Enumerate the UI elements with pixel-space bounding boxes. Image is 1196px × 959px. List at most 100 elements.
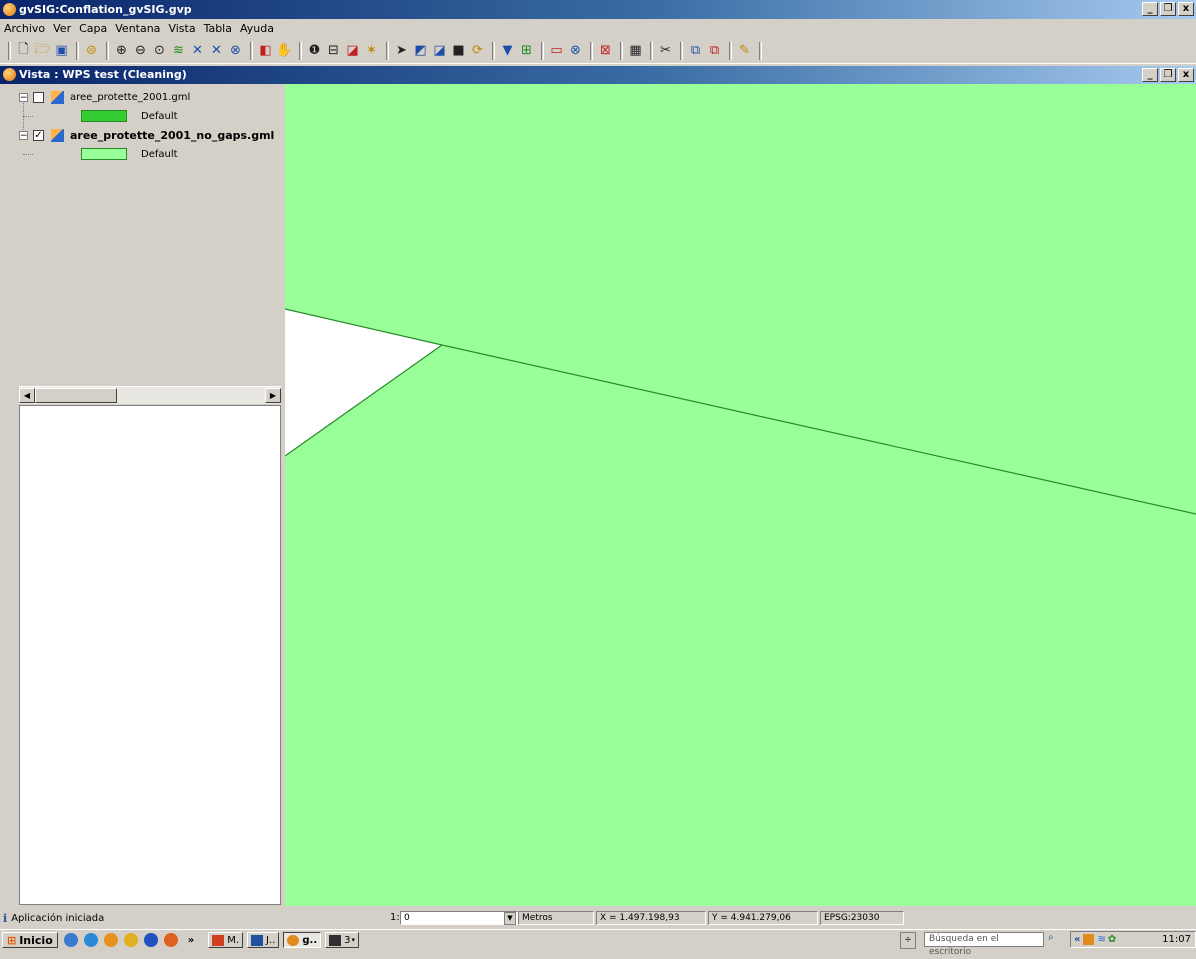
info-icon[interactable]: ❶ [306, 42, 323, 60]
table-icon[interactable]: ⊞ [518, 42, 535, 60]
internet-explorer-icon[interactable] [83, 933, 98, 947]
legend-label: Default [141, 148, 178, 160]
clock[interactable]: 11:07 [1162, 934, 1191, 945]
gvsig-icon [287, 934, 300, 946]
app-title: gvSIG:Conflation_gvSIG.gvp [19, 3, 192, 16]
scroll-right-icon[interactable]: ▶ [265, 388, 281, 403]
map-canvas[interactable] [285, 84, 1196, 906]
close-button[interactable]: x [1178, 2, 1194, 16]
edit-icon[interactable]: ✎ [736, 42, 753, 60]
new-document-icon[interactable]: 🗋 [15, 42, 32, 60]
menu-vista[interactable]: Vista [164, 22, 199, 35]
select-polygon-icon[interactable]: ◪ [431, 42, 448, 60]
maximize-button[interactable]: ❐ [1160, 2, 1176, 16]
app-title-bar: gvSIG:Conflation_gvSIG.gvp _ ❐ x [0, 0, 1196, 19]
add-layer-icon[interactable]: ⊜ [83, 42, 100, 60]
units-field: Metros [518, 911, 594, 925]
zoom-full-icon[interactable]: ≋ [170, 42, 187, 60]
map-icon[interactable]: ▦ [627, 42, 644, 60]
view-close-button[interactable]: x [1178, 68, 1194, 82]
layer-row[interactable]: − aree_protette_2001.gml [19, 89, 190, 105]
geoprocessing-icon[interactable]: ⊠ [597, 42, 614, 60]
zoom-select-icon[interactable]: ✕ [208, 42, 225, 60]
save-icon[interactable]: ▣ [53, 42, 70, 60]
select-rectangle-icon[interactable]: ◩ [412, 42, 429, 60]
firefox-icon[interactable] [163, 933, 178, 947]
menu-ventana[interactable]: Ventana [111, 22, 164, 35]
tray-expand-button[interactable]: « [1074, 934, 1080, 945]
taskbar-group-button[interactable]: 3 ▾ [325, 932, 360, 948]
toolbar-separator [76, 41, 79, 60]
toc-horizontal-scrollbar[interactable]: ◀ ▶ [19, 386, 281, 404]
toolbar-separator [492, 41, 495, 60]
zoom-layer-icon[interactable]: ⊗ [227, 42, 244, 60]
clear-selection-icon[interactable]: ⟳ [469, 42, 486, 60]
locator-icon[interactable]: ◧ [257, 42, 274, 60]
collapse-toggle[interactable]: − [19, 130, 28, 140]
zoom-selection-icon[interactable]: ⊗ [567, 42, 584, 60]
tray-app-icon[interactable] [1083, 934, 1095, 945]
zoom-extents-icon[interactable]: ✕ [189, 42, 206, 60]
tree-connector [23, 116, 33, 117]
desktop-toolbar-handle[interactable]: ÷ [900, 932, 916, 949]
pan-icon[interactable]: ✋ [276, 42, 293, 60]
start-label: Inicio [19, 933, 53, 947]
console-icon [329, 934, 342, 946]
taskbar-button[interactable]: J.. [247, 932, 280, 948]
paste-icon[interactable]: ⧉ [706, 42, 723, 60]
system-tray: « ≋ ✿ 11:07 [1070, 931, 1196, 948]
view-maximize-button[interactable]: ❐ [1160, 68, 1176, 82]
toolbar-separator [106, 41, 109, 60]
main-toolbar: 🗋 🗁 ▣ ⊜ ⊕ ⊖ ⊙ ≋ ✕ ✕ ⊗ ◧ ✋ ❶ ⊟ ◪ ✶ ➤ ◩ ◪ … [0, 38, 1196, 64]
hyperlink-icon[interactable]: ✶ [363, 42, 380, 60]
toolbar-separator [590, 41, 593, 60]
quicklaunch-app-icon[interactable] [103, 933, 118, 947]
measure-distance-icon[interactable]: ⊟ [325, 42, 342, 60]
taskbar-button[interactable]: M. [208, 932, 244, 948]
layer-visibility-checkbox[interactable]: ✓ [33, 129, 44, 141]
menu-capa[interactable]: Capa [75, 22, 111, 35]
layer-name: aree_protette_2001_no_gaps.gml [70, 128, 275, 142]
menu-ayuda[interactable]: Ayuda [236, 22, 278, 35]
search-icon[interactable]: ⌕ [1048, 932, 1054, 943]
open-folder-icon[interactable]: 🗁 [34, 42, 51, 60]
copy-icon[interactable]: ⧉ [687, 42, 704, 60]
filter-icon[interactable]: ▼ [499, 42, 516, 60]
minimize-button[interactable]: _ [1142, 2, 1158, 16]
chevron-down-icon: ▾ [351, 936, 356, 944]
vector-layer-icon [51, 128, 64, 142]
layer-row[interactable]: − ✓ aree_protette_2001_no_gaps.gml [19, 127, 274, 143]
legend-swatch [81, 110, 127, 122]
zoom-out-icon[interactable]: ⊖ [132, 42, 149, 60]
select-pointer-icon[interactable]: ➤ [393, 42, 410, 60]
zoom-previous-icon[interactable]: ⊙ [151, 42, 168, 60]
select-layer-icon[interactable]: ■ [450, 42, 467, 60]
menu-tabla[interactable]: Tabla [200, 22, 236, 35]
scale-input[interactable]: 0 ▼ [400, 911, 518, 925]
dropdown-arrow-icon[interactable]: ▼ [504, 912, 516, 925]
tools-icon[interactable]: ✂ [657, 42, 674, 60]
menu-ver[interactable]: Ver [49, 22, 75, 35]
start-button[interactable]: ⊞ Inicio [2, 932, 58, 948]
taskbar-button-active[interactable]: g.. [283, 932, 322, 948]
menu-archivo[interactable]: Archivo [0, 22, 49, 35]
network-icon[interactable]: ≋ [1097, 934, 1105, 945]
tray-status-icon[interactable]: ✿ [1108, 934, 1116, 945]
quicklaunch-overflow[interactable]: » [188, 935, 194, 946]
locator-map[interactable] [19, 405, 281, 905]
scroll-thumb[interactable] [35, 388, 117, 403]
scroll-left-icon[interactable]: ◀ [19, 388, 35, 403]
thunderbird-icon[interactable] [143, 933, 158, 947]
measure-area-icon[interactable]: ◪ [344, 42, 361, 60]
zoom-in-icon[interactable]: ⊕ [113, 42, 130, 60]
quicklaunch-tool-icon[interactable] [123, 933, 138, 947]
tree-connector [23, 154, 33, 155]
desktop-search-input[interactable]: Búsqueda en el escritorio [924, 932, 1044, 957]
graphic-rectangle-icon[interactable]: ▭ [548, 42, 565, 60]
quicklaunch-browser-icon[interactable] [63, 933, 78, 947]
toolbar-separator [541, 41, 544, 60]
collapse-toggle[interactable]: − [19, 92, 28, 102]
view-title: Vista : WPS test (Cleaning) [19, 68, 187, 81]
layer-visibility-checkbox[interactable] [33, 91, 44, 103]
view-minimize-button[interactable]: _ [1142, 68, 1158, 82]
